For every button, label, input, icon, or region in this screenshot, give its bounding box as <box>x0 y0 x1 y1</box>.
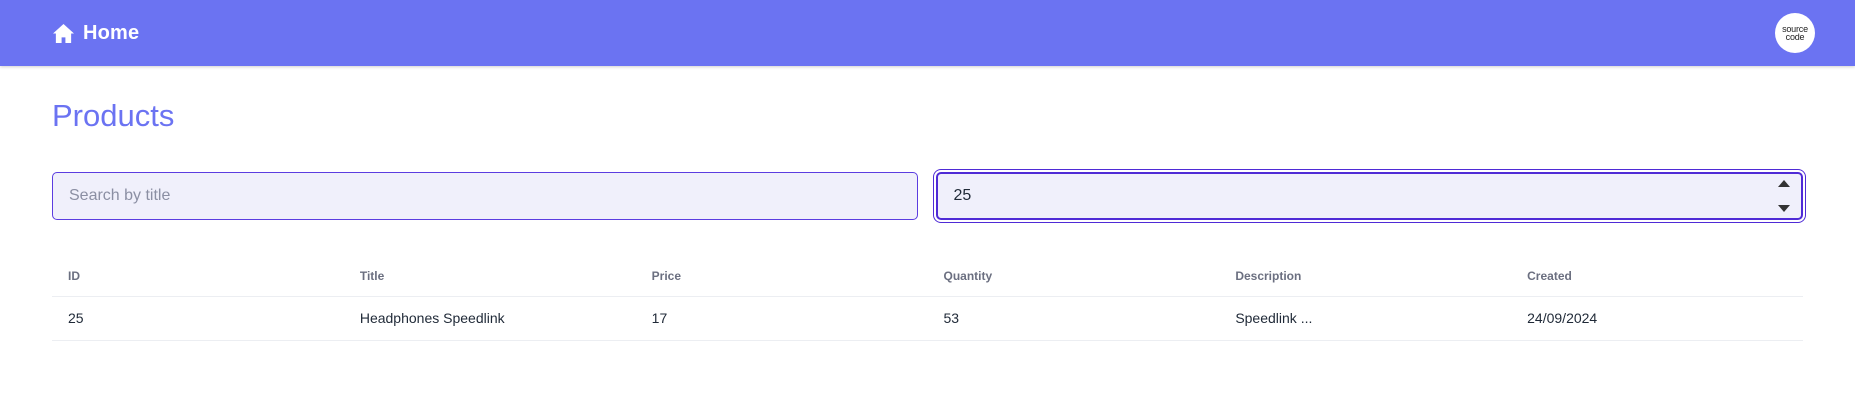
search-input[interactable] <box>53 173 917 219</box>
table-row[interactable]: 25 Headphones Speedlink 17 53 Speedlink … <box>52 296 1803 341</box>
main-content: Products ID Title Price Quantity Descrip… <box>0 66 1855 341</box>
quantity-stepper <box>1777 180 1791 212</box>
decrement-arrow-icon[interactable] <box>1778 205 1790 212</box>
column-header-price[interactable]: Price <box>635 256 928 297</box>
column-header-id[interactable]: ID <box>52 256 344 297</box>
page-title: Products <box>52 98 175 133</box>
cell-title: Headphones Speedlink <box>343 296 636 341</box>
cell-description: Speedlink ... <box>1219 296 1512 341</box>
products-table: ID Title Price Quantity Description Crea… <box>52 256 1803 341</box>
filters-row <box>52 172 1803 220</box>
home-label: Home <box>83 21 140 44</box>
search-field <box>52 172 918 220</box>
column-header-created[interactable]: Created <box>1511 256 1803 297</box>
cell-id: 25 <box>52 296 344 341</box>
cell-created: 24/09/2024 <box>1511 296 1803 341</box>
increment-arrow-icon[interactable] <box>1778 180 1790 187</box>
quantity-field <box>935 172 1803 220</box>
cell-quantity: 53 <box>927 296 1220 341</box>
cell-price: 17 <box>635 296 928 341</box>
brand-logo[interactable]: source code <box>1775 13 1815 53</box>
quantity-number-input[interactable] <box>937 174 1801 218</box>
logo-text-line2: code <box>1785 32 1805 42</box>
home-link[interactable]: Home <box>52 22 139 45</box>
table-header-row: ID Title Price Quantity Description Crea… <box>52 256 1803 297</box>
home-icon <box>53 23 74 43</box>
column-header-description[interactable]: Description <box>1219 256 1512 297</box>
column-header-quantity[interactable]: Quantity <box>927 256 1220 297</box>
column-header-title[interactable]: Title <box>343 256 636 297</box>
top-navbar: Home source code <box>0 0 1855 66</box>
